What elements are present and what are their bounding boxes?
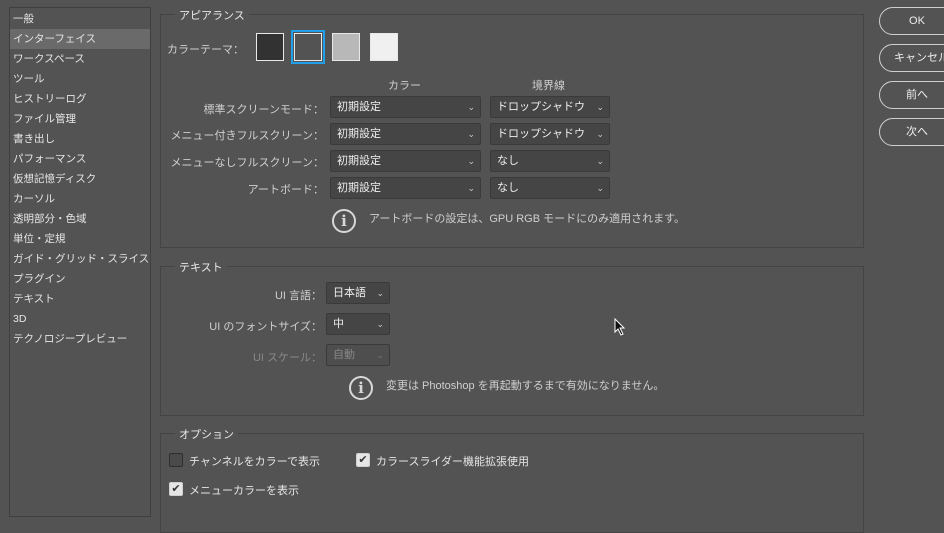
theme-swatch-lightest[interactable] xyxy=(370,33,398,61)
ui-language-select[interactable]: 日本語 ⌄ xyxy=(326,282,390,304)
theme-swatch-dark[interactable] xyxy=(294,33,322,61)
ui-scale-label: UI スケール： xyxy=(252,352,322,364)
options-title: オプション xyxy=(175,426,238,442)
chevron-down-icon: ⌄ xyxy=(376,288,384,298)
sidebar-item-technology-previews[interactable]: テクノロジープレビュー xyxy=(10,329,150,349)
sidebar-item-history-log[interactable]: ヒストリーログ xyxy=(10,89,150,109)
color-theme-label: カラーテーマ： xyxy=(167,44,244,56)
text-title: テキスト xyxy=(175,259,227,275)
sidebar-item-general[interactable]: 一般 xyxy=(10,9,150,29)
fullscreen-border-select[interactable]: なし ⌄ xyxy=(490,150,610,172)
checkmark-icon: ✔ xyxy=(171,483,181,495)
select-value: 初期設定 xyxy=(337,101,381,113)
fullscreen-menu-border-select[interactable]: ドロップシャドウ ⌄ xyxy=(490,123,610,145)
chevron-down-icon: ⌄ xyxy=(376,319,384,329)
ui-font-size-select[interactable]: 中 ⌄ xyxy=(326,313,390,335)
chevron-down-icon: ⌄ xyxy=(467,129,475,139)
ui-font-size-label: UI のフォントサイズ： xyxy=(209,321,322,333)
theme-swatch-light[interactable] xyxy=(332,33,360,61)
appearance-title: アピアランス xyxy=(175,7,249,23)
standard-screen-label: 標準スクリーンモード： xyxy=(203,104,324,116)
sidebar-item-workspace[interactable]: ワークスペース xyxy=(10,49,150,69)
mouse-cursor-icon xyxy=(614,318,626,336)
standard-screen-border-select[interactable]: ドロップシャドウ ⌄ xyxy=(490,96,610,118)
select-value: なし xyxy=(497,182,519,194)
select-value: 自動 xyxy=(333,349,355,361)
checkmark-icon: ✔ xyxy=(358,454,368,466)
channels-color-label[interactable]: チャンネルをカラーで表示 xyxy=(189,453,320,469)
menu-color-checkbox[interactable]: ✔ xyxy=(169,482,183,496)
sidebar-item-interface[interactable]: インターフェイス xyxy=(10,29,150,49)
sidebar-item-transparency[interactable]: 透明部分・色域 xyxy=(10,209,150,229)
sidebar-item-file-handling[interactable]: ファイル管理 xyxy=(10,109,150,129)
theme-swatch-darkest[interactable] xyxy=(256,33,284,61)
sidebar-item-performance[interactable]: パフォーマンス xyxy=(10,149,150,169)
sidebar-item-export[interactable]: 書き出し xyxy=(10,129,150,149)
standard-screen-color-select[interactable]: 初期設定 ⌄ xyxy=(330,96,481,118)
info-icon: i xyxy=(349,376,373,400)
menu-color-label[interactable]: メニューカラーを表示 xyxy=(189,482,299,498)
sidebar-item-units-rulers[interactable]: 単位・定規 xyxy=(10,229,150,249)
artboard-label: アートボード： xyxy=(247,184,324,196)
select-value: 初期設定 xyxy=(337,128,381,140)
ui-scale-select: 自動 ⌄ xyxy=(326,344,390,366)
artboard-note: アートボードの設定は、GPU RGB モードにのみ適用されます。 xyxy=(369,213,686,225)
color-column-header: カラー xyxy=(388,80,421,92)
sidebar-item-type[interactable]: テキスト xyxy=(10,289,150,309)
select-value: なし xyxy=(497,155,519,167)
artboard-border-select[interactable]: なし ⌄ xyxy=(490,177,610,199)
sidebar-item-tools[interactable]: ツール xyxy=(10,69,150,89)
chevron-down-icon: ⌄ xyxy=(596,156,604,166)
fullscreen-color-select[interactable]: 初期設定 ⌄ xyxy=(330,150,481,172)
chevron-down-icon: ⌄ xyxy=(596,102,604,112)
select-value: 初期設定 xyxy=(337,182,381,194)
fullscreen-label: メニューなしフルスクリーン： xyxy=(170,157,324,169)
ui-language-label: UI 言語： xyxy=(274,290,322,302)
chevron-down-icon: ⌄ xyxy=(376,350,384,360)
sidebar-item-3d[interactable]: 3D xyxy=(10,309,150,329)
info-icon: i xyxy=(332,209,356,233)
select-value: 中 xyxy=(333,318,344,330)
cancel-button[interactable]: キャンセル xyxy=(879,44,944,72)
chevron-down-icon: ⌄ xyxy=(596,129,604,139)
fullscreen-menu-color-select[interactable]: 初期設定 ⌄ xyxy=(330,123,481,145)
ok-button[interactable]: OK xyxy=(879,7,944,35)
select-value: ドロップシャドウ xyxy=(497,101,585,113)
restart-note: 変更は Photoshop を再起動するまで有効になりません。 xyxy=(386,380,665,392)
select-value: 日本語 xyxy=(333,287,366,299)
artboard-color-select[interactable]: 初期設定 ⌄ xyxy=(330,177,481,199)
sidebar-item-plugins[interactable]: プラグイン xyxy=(10,269,150,289)
sidebar-item-guides-grid[interactable]: ガイド・グリッド・スライス xyxy=(10,249,150,269)
channels-color-checkbox[interactable] xyxy=(169,453,183,467)
chevron-down-icon: ⌄ xyxy=(467,156,475,166)
sidebar-item-cursors[interactable]: カーソル xyxy=(10,189,150,209)
chevron-down-icon: ⌄ xyxy=(467,183,475,193)
previous-button[interactable]: 前へ xyxy=(879,81,944,109)
color-slider-label[interactable]: カラースライダー機能拡張使用 xyxy=(376,453,529,469)
sidebar-item-scratch-disks[interactable]: 仮想記憶ディスク xyxy=(10,169,150,189)
select-value: 初期設定 xyxy=(337,155,381,167)
color-slider-checkbox[interactable]: ✔ xyxy=(356,453,370,467)
select-value: ドロップシャドウ xyxy=(497,128,585,140)
fullscreen-menu-label: メニュー付きフルスクリーン： xyxy=(170,130,324,142)
border-column-header: 境界線 xyxy=(532,80,565,92)
next-button[interactable]: 次へ xyxy=(879,118,944,146)
chevron-down-icon: ⌄ xyxy=(596,183,604,193)
chevron-down-icon: ⌄ xyxy=(467,102,475,112)
preferences-category-list[interactable]: 一般 インターフェイス ワークスペース ツール ヒストリーログ ファイル管理 書… xyxy=(9,7,151,517)
